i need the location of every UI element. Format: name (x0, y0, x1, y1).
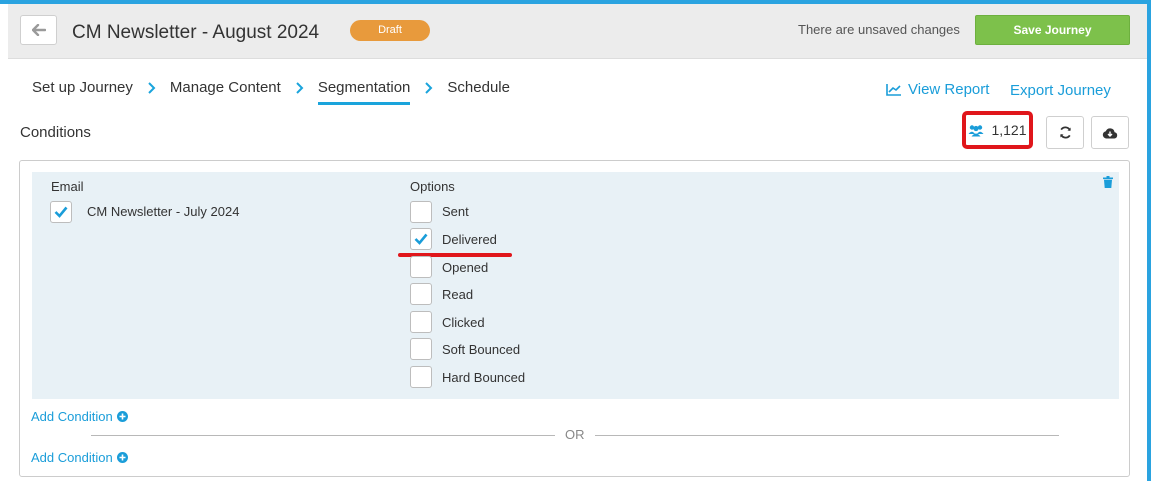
option-checkbox-read[interactable] (410, 283, 432, 305)
or-divider-right (595, 435, 1059, 436)
chevron-right-icon (147, 81, 156, 104)
option-checkbox-opened[interactable] (410, 256, 432, 278)
conditions-panel: Email Options CM Newsletter - July 2024 … (19, 160, 1130, 477)
check-icon (54, 206, 68, 218)
delete-condition-button[interactable] (1103, 175, 1113, 193)
status-badge: Draft (350, 20, 430, 41)
save-journey-button[interactable]: Save Journey (975, 15, 1130, 45)
arrow-left-icon (31, 24, 46, 36)
option-label-hard-bounced: Hard Bounced (442, 370, 526, 385)
email-label: CM Newsletter - July 2024 (87, 204, 240, 219)
option-checkbox-clicked[interactable] (410, 311, 432, 333)
refresh-icon (1059, 126, 1071, 139)
option-label-read: Read (442, 287, 474, 302)
email-column-header: Email (51, 179, 84, 194)
audience-count-button[interactable]: 1,121 (962, 111, 1033, 149)
add-condition-label: Add Condition (31, 450, 113, 465)
plus-circle-icon (116, 411, 128, 422)
step-segmentation[interactable]: Segmentation (317, 79, 410, 105)
option-checkbox-delivered[interactable] (410, 228, 432, 250)
option-label-sent: Sent (442, 204, 469, 219)
chevron-right-icon (295, 81, 304, 104)
unsaved-changes-text: There are unsaved changes (798, 22, 960, 37)
header-bar: CM Newsletter - August 2024 Draft There … (8, 4, 1147, 59)
trash-icon (1103, 176, 1113, 188)
options-column-header: Options (410, 179, 455, 194)
step-setup-journey[interactable]: Set up Journey (32, 79, 133, 105)
page-title: CM Newsletter - August 2024 (72, 22, 320, 43)
cloud-download-icon (1102, 127, 1118, 138)
email-checkbox[interactable] (50, 201, 72, 223)
conditions-heading: Conditions (20, 124, 91, 141)
add-or-condition-link[interactable]: Add Condition (31, 450, 128, 465)
or-divider-left (91, 435, 555, 436)
option-label-delivered: Delivered (442, 232, 497, 247)
plus-circle-icon (116, 452, 128, 463)
users-icon (968, 124, 984, 136)
option-label-soft-bounced: Soft Bounced (442, 342, 521, 357)
view-report-label: View Report (908, 81, 990, 98)
download-button[interactable] (1091, 116, 1129, 149)
step-manage-content[interactable]: Manage Content (170, 79, 281, 105)
condition-block: Email Options CM Newsletter - July 2024 … (32, 172, 1119, 399)
option-label-clicked: Clicked (442, 315, 485, 330)
line-chart-icon (886, 84, 901, 96)
back-button[interactable] (20, 15, 57, 45)
window-right-border (1147, 0, 1151, 481)
journey-steps-nav: Set up Journey Manage Content Segmentati… (32, 79, 510, 105)
option-checkbox-sent[interactable] (410, 201, 432, 223)
step-schedule[interactable]: Schedule (447, 79, 510, 105)
view-report-link[interactable]: View Report (886, 81, 989, 98)
check-icon (414, 233, 428, 245)
chevron-right-icon (424, 81, 433, 104)
add-condition-link[interactable]: Add Condition (31, 409, 128, 424)
audience-count: 1,121 (991, 122, 1027, 138)
export-journey-link[interactable]: Export Journey (1010, 82, 1111, 99)
option-checkbox-soft-bounced[interactable] (410, 338, 432, 360)
option-label-opened: Opened (442, 260, 489, 275)
refresh-button[interactable] (1046, 116, 1084, 149)
add-condition-label: Add Condition (31, 409, 113, 424)
or-label: OR (565, 427, 585, 442)
option-checkbox-hard-bounced[interactable] (410, 366, 432, 388)
